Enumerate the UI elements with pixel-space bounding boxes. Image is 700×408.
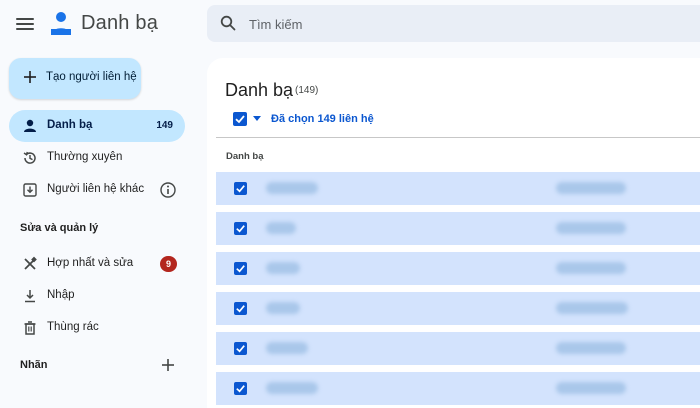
redacted-name	[266, 382, 318, 394]
row-checkbox[interactable]	[234, 342, 247, 355]
info-icon[interactable]	[159, 181, 177, 199]
sidebar-item-merge-fix[interactable]: Hợp nhất và sửa 9	[9, 248, 185, 280]
table-row[interactable]	[216, 212, 700, 245]
redacted-phone	[556, 222, 626, 234]
sidebar-item-label: Người liên hệ khác	[47, 183, 145, 195]
check-icon	[235, 115, 245, 124]
redacted-phone	[556, 302, 628, 314]
sidebar-item-trash[interactable]: Thùng rác	[9, 312, 185, 344]
page-count: (149)	[295, 85, 319, 96]
trash-icon	[24, 321, 36, 335]
check-icon	[236, 385, 245, 393]
contacts-count: 149	[156, 120, 173, 131]
row-checkbox[interactable]	[234, 382, 247, 395]
select-all-checkbox[interactable]	[233, 112, 247, 126]
row-checkbox[interactable]	[234, 182, 247, 195]
main-menu-icon[interactable]	[16, 15, 34, 33]
redacted-name	[266, 342, 308, 354]
sidebar-item-label: Hợp nhất và sửa	[47, 257, 134, 269]
redacted-phone	[556, 262, 626, 274]
selected-count-label[interactable]: Đã chọn 149 liên hệ	[271, 113, 374, 125]
section-labels-title: Nhãn	[20, 359, 48, 371]
sidebar-item-label: Thường xuyên	[47, 151, 123, 163]
import-icon	[25, 290, 35, 303]
redacted-phone	[556, 182, 626, 194]
search-input[interactable]	[249, 14, 669, 34]
redacted-name	[266, 182, 318, 194]
sidebar-item-label: Danh bạ	[47, 119, 93, 131]
top-bar: Danh bạ	[0, 0, 700, 48]
sidebar-item-label: Nhập	[47, 289, 75, 301]
section-manage-title: Sửa và quản lý	[20, 222, 99, 234]
check-icon	[236, 185, 245, 193]
check-icon	[236, 225, 245, 233]
create-contact-button[interactable]: Tạo người liên hệ	[9, 58, 141, 99]
divider	[216, 137, 700, 138]
selection-dropdown-caret-icon[interactable]	[253, 116, 261, 121]
merge-count-badge: 9	[160, 256, 177, 272]
search-bar[interactable]	[207, 5, 700, 42]
redacted-phone	[556, 342, 626, 354]
sidebar-item-label: Thùng rác	[47, 321, 99, 333]
table-row[interactable]	[216, 372, 700, 405]
redacted-phone	[556, 382, 626, 394]
redacted-name	[266, 222, 296, 234]
table-row[interactable]	[216, 172, 700, 205]
page-title: Danh bạ	[225, 80, 294, 100]
table-row[interactable]	[216, 252, 700, 285]
search-icon[interactable]	[220, 15, 236, 31]
contacts-panel: Danh bạ (149) Đã chọn 149 liên hệ Danh b…	[207, 58, 700, 408]
sidebar-item-contacts[interactable]: Danh bạ 149	[9, 110, 185, 142]
add-label-icon[interactable]	[160, 357, 176, 373]
column-header-contacts: Danh bạ	[226, 151, 264, 162]
check-icon	[236, 265, 245, 273]
check-icon	[236, 305, 245, 313]
plus-icon	[24, 71, 36, 83]
person-icon	[24, 119, 36, 132]
sidebar-item-frequent[interactable]: Thường xuyên	[9, 142, 185, 174]
tools-icon	[24, 256, 37, 270]
table-row[interactable]	[216, 332, 700, 365]
history-icon	[23, 151, 36, 164]
row-checkbox[interactable]	[234, 222, 247, 235]
table-row[interactable]	[216, 292, 700, 325]
check-icon	[236, 345, 245, 353]
row-checkbox[interactable]	[234, 262, 247, 275]
row-checkbox[interactable]	[234, 302, 247, 315]
redacted-name	[266, 262, 300, 274]
redacted-name	[266, 302, 300, 314]
sidebar-item-other-contacts[interactable]: Người liên hệ khác	[9, 174, 185, 206]
create-contact-label: Tạo người liên hệ	[46, 71, 137, 83]
sidebar-item-import[interactable]: Nhập	[9, 280, 185, 312]
app-title: Danh bạ	[81, 12, 159, 34]
contacts-logo-icon	[51, 12, 71, 35]
download-box-icon	[23, 183, 37, 197]
